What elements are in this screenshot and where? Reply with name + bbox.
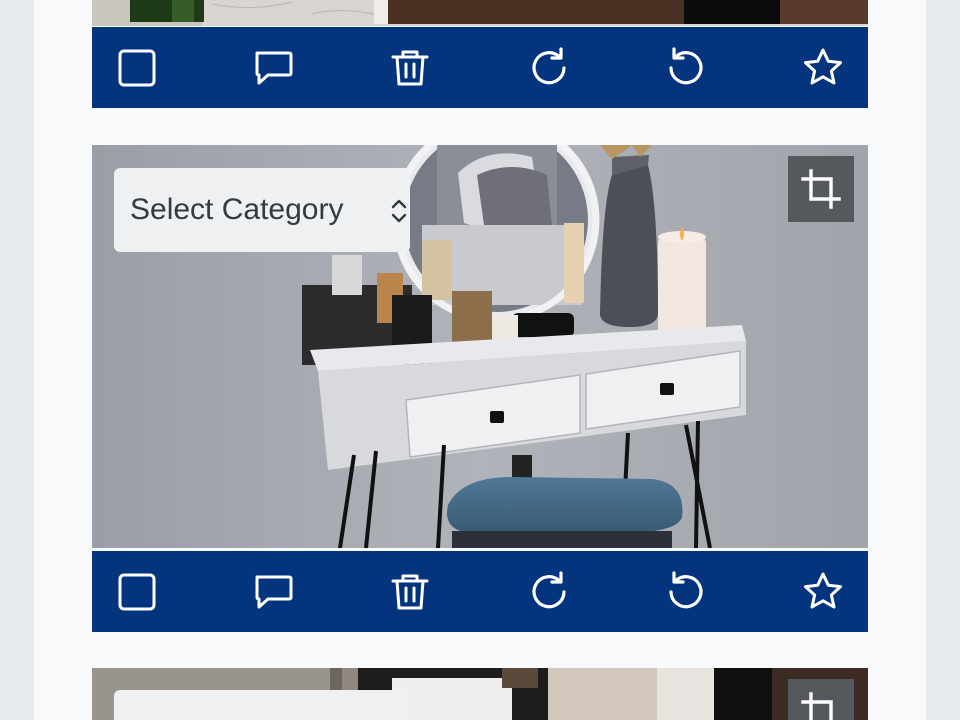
star-icon [804,48,842,85]
favorite-button[interactable] [800,569,846,615]
trash-icon [391,50,429,86]
photo-1-image [92,0,868,26]
rotate-ccw-icon [669,47,703,85]
photo-toolbar-1 [92,27,868,108]
delete-button[interactable] [387,45,433,91]
photo-toolbar-2 [92,551,868,632]
chevron-up-down-icon [391,199,407,223]
crop-icon [801,169,841,209]
crop-button[interactable] [788,679,854,720]
favorite-button[interactable] [800,45,846,91]
photo-card-2: Select Category [92,145,868,632]
photo-2: Select Category [92,145,868,548]
rotate-counterclockwise-button[interactable] [662,45,708,91]
rotate-cw-icon [532,571,566,609]
comment-icon [255,51,293,85]
comment-icon [255,575,293,609]
select-checkbox[interactable] [114,45,160,91]
category-select[interactable] [114,690,410,720]
photo-card-1 [92,0,868,108]
checkbox-icon [118,49,156,87]
comment-button[interactable] [250,569,296,615]
photo-3 [92,668,868,720]
photo-1 [92,0,868,26]
comment-button[interactable] [250,45,296,91]
category-select[interactable]: Select Category [114,168,410,252]
rotate-clockwise-button[interactable] [527,569,573,615]
star-icon [804,572,842,609]
photo-card-3 [92,668,868,720]
trash-icon [391,574,429,610]
crop-icon [801,692,833,720]
crop-button[interactable] [788,156,854,222]
category-select-label: Select Category [130,193,344,226]
select-checkbox[interactable] [114,569,160,615]
delete-button[interactable] [387,569,433,615]
rotate-ccw-icon [669,571,703,609]
rotate-clockwise-button[interactable] [527,45,573,91]
rotate-cw-icon [532,47,566,85]
checkbox-icon [118,573,156,611]
rotate-counterclockwise-button[interactable] [662,569,708,615]
